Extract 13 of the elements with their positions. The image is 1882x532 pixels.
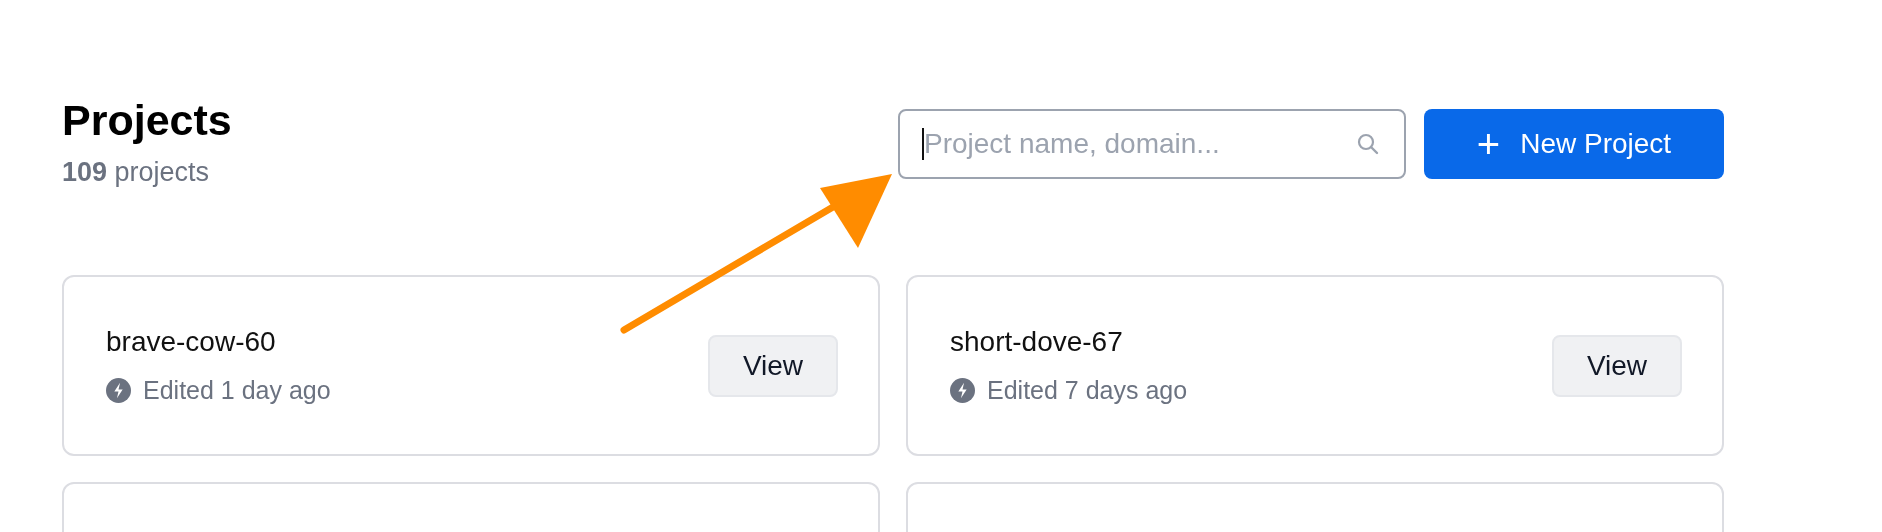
view-button[interactable]: View [1552,334,1682,397]
bolt-icon [106,378,131,403]
search-icon [1356,132,1380,156]
edited-time: Edited 7 days ago [987,376,1188,405]
page-title: Projects [62,95,232,146]
new-project-button[interactable]: + New Project [1424,109,1724,179]
view-button[interactable]: View [708,334,838,397]
edited-time: Edited 1 day ago [143,376,331,405]
search-field[interactable]: Project name, domain... [898,109,1406,179]
bolt-icon [950,378,975,403]
project-count: 109 projects [62,157,210,187]
project-name: short-dove-67 [950,326,1124,358]
project-name: brave-cow-60 [106,326,277,358]
